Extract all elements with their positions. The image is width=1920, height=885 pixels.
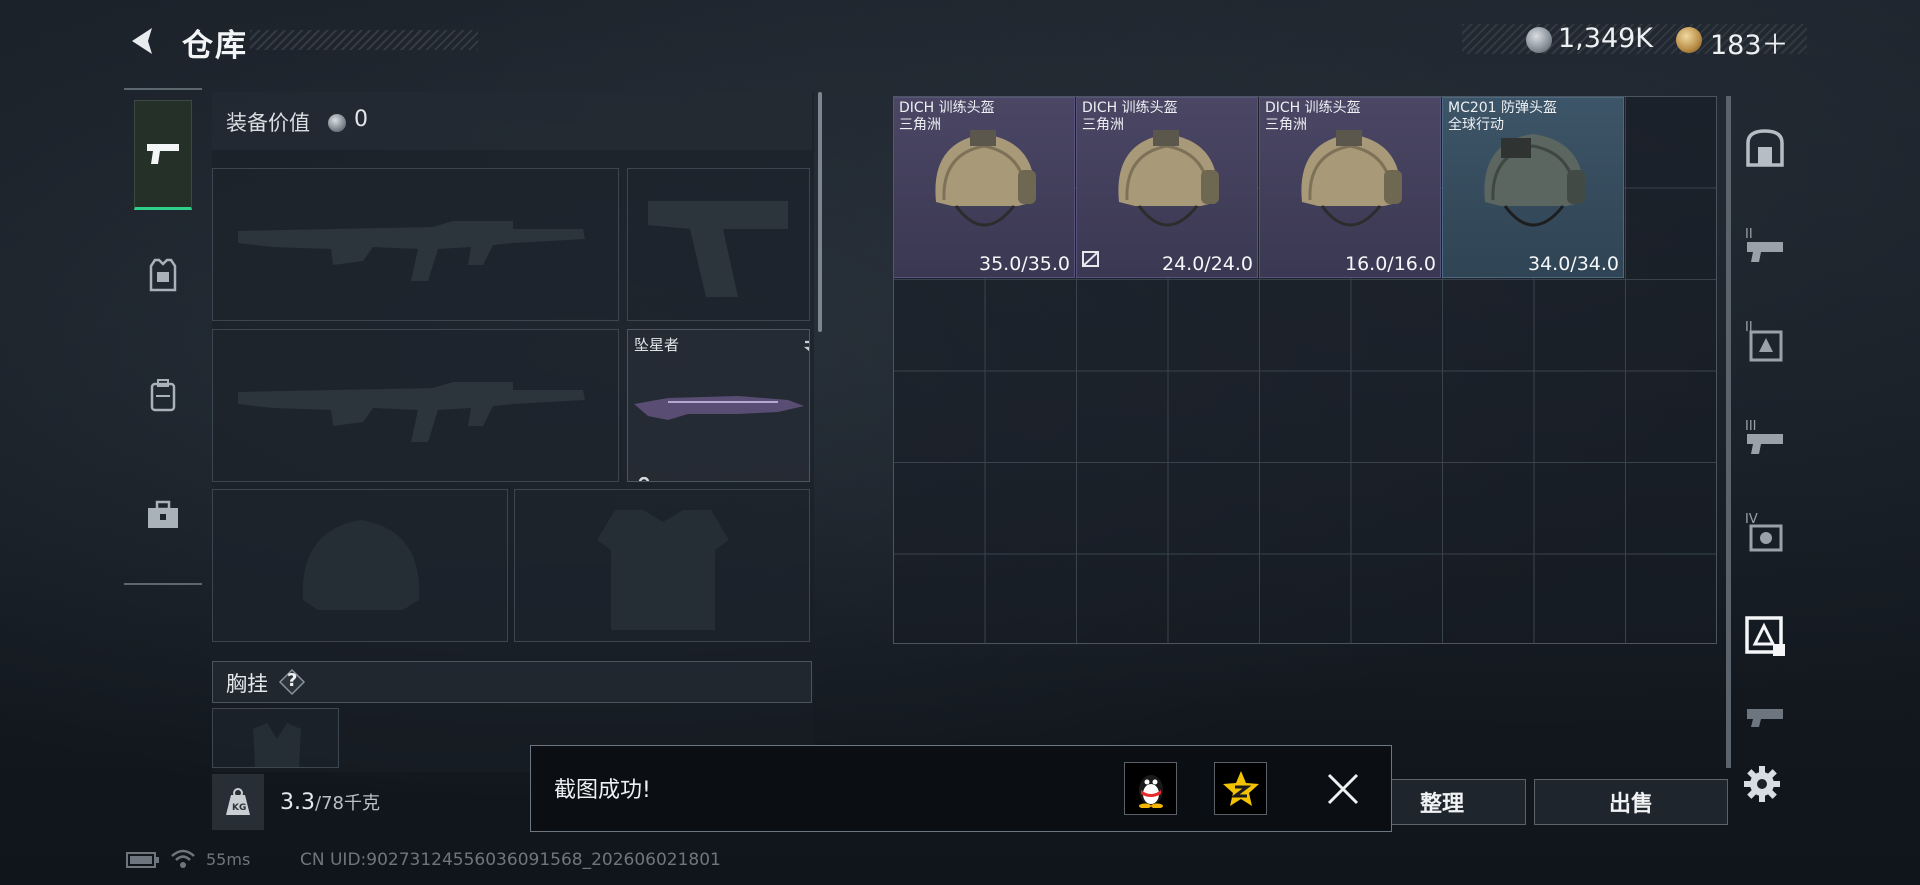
page-title: 仓库 <box>182 28 248 64</box>
gold-currency-value[interactable]: 183＋ <box>1710 23 1789 62</box>
item-durability: 24.0/24.0 <box>1161 253 1253 275</box>
tab-armor[interactable] <box>134 220 192 330</box>
helmet-icon <box>1301 130 1402 227</box>
sidebar-item-tier-2-armor[interactable]: II <box>1732 292 1798 388</box>
stash-item[interactable]: DICH 训练头盔 三角洲 24.0/24.0 <box>1076 97 1258 278</box>
sidearm-slot[interactable] <box>627 168 810 321</box>
sell-button[interactable]: 出售 <box>1534 779 1728 825</box>
ping-value: 55ms <box>206 850 251 869</box>
helmet-silhouette-icon <box>302 520 420 610</box>
sidebar-item-tier-4[interactable]: IV <box>1732 484 1798 580</box>
settings-button[interactable] <box>1742 764 1782 804</box>
helmet-icon <box>1118 130 1219 227</box>
stash-scrollbar[interactable] <box>1726 96 1731 768</box>
tier-4-icon: IV <box>1745 512 1783 552</box>
sidebar-item-tier-2-weapon[interactable]: II <box>1732 196 1798 292</box>
knife-icon <box>634 396 804 420</box>
help-icon[interactable]: ? <box>278 668 306 696</box>
pistol-silhouette-icon <box>648 201 788 297</box>
more-icon <box>1747 709 1783 727</box>
back-arrow-icon <box>132 28 152 54</box>
item-durability: 16.0/16.0 <box>1344 253 1436 275</box>
chest-rig-label: 胸挂 <box>226 672 268 696</box>
primary-weapon-slot-2[interactable] <box>212 329 619 482</box>
primary-weapon-slot-1[interactable] <box>212 168 619 321</box>
melee-slot[interactable]: 坠星者 <box>627 329 810 482</box>
item-name: DICH 训练头盔 <box>1082 100 1178 116</box>
backpack-icon <box>150 379 176 412</box>
silver-coin-icon <box>1526 27 1552 53</box>
sidebar-item-safe-box[interactable] <box>1732 100 1798 196</box>
helmet-icon <box>935 130 1036 227</box>
item-durability: 35.0/35.0 <box>978 253 1070 275</box>
user-uid: CN UID:9027312455603609156​8_20260602180… <box>300 850 721 870</box>
silver-currency-value[interactable]: 1,349K <box>1558 23 1653 54</box>
pistol-icon <box>147 144 179 164</box>
tab-weapons[interactable] <box>134 100 192 210</box>
no-repair-icon <box>1081 249 1101 273</box>
stash-item[interactable]: MC201 防弹头盔 全球行动 34.0/34.0 <box>1442 97 1624 278</box>
close-toast-button[interactable] <box>1324 770 1362 808</box>
tab-backpack[interactable] <box>134 340 192 450</box>
stash-item[interactable]: DICH 训练头盔 三角洲 16.0/16.0 <box>1259 97 1441 278</box>
title-decoration <box>250 30 478 50</box>
item-name: MC201 防弹头盔 <box>1448 100 1558 116</box>
helmet-slot[interactable] <box>212 489 508 642</box>
armor-silhouette-icon <box>597 510 729 630</box>
close-icon <box>1327 773 1359 805</box>
item-durability: 34.0/34.0 <box>1527 253 1619 275</box>
equipment-tab-rail <box>124 88 202 585</box>
weight-current: 3.3 <box>280 790 315 815</box>
item-name: DICH 训练头盔 <box>1265 100 1361 116</box>
toolbox-icon <box>148 500 178 528</box>
helmet-filter-icon <box>1745 616 1785 656</box>
chest-rig-silhouette-icon <box>253 723 301 767</box>
qq-penguin-icon <box>1138 774 1163 808</box>
chest-rig-slot[interactable] <box>212 708 339 768</box>
svg-text:KG: KG <box>232 803 246 813</box>
helmet-icon <box>1484 134 1585 227</box>
help-label: ? <box>287 670 298 691</box>
weight-value: 3.3/78千克 <box>280 789 380 815</box>
share-qq-button[interactable] <box>1124 762 1177 815</box>
equipment-value-label: 装备价值 <box>226 111 310 135</box>
rifle-silhouette-icon <box>238 221 585 281</box>
weight-indicator: KG <box>212 774 264 830</box>
item-name: DICH 训练头盔 <box>899 100 995 116</box>
toast-message: 截图成功! <box>554 778 651 803</box>
back-button[interactable] <box>126 24 160 58</box>
svg-text:III: III <box>1745 419 1757 434</box>
sidebar-item-more[interactable] <box>1732 684 1798 744</box>
equipment-value: 0 <box>354 107 368 132</box>
tier-3-weapon-icon: III <box>1745 419 1783 454</box>
tab-toolbox[interactable] <box>134 460 192 570</box>
wifi-icon <box>170 848 196 874</box>
share-qzone-button[interactable] <box>1214 762 1267 815</box>
stash-item[interactable]: DICH 训练头盔 三角洲 35.0/35.0 <box>893 97 1075 278</box>
armor-vest-icon <box>149 258 177 292</box>
tier-2-weapon-icon: II <box>1745 227 1783 262</box>
gold-coin-icon <box>1676 27 1702 53</box>
sidebar-item-tier-3-weapon[interactable]: III <box>1732 388 1798 484</box>
equipment-scrollbar[interactable] <box>818 92 822 332</box>
silver-coin-icon <box>328 114 346 132</box>
qzone-star-icon <box>1222 770 1259 806</box>
rifle-silhouette-icon <box>238 382 585 442</box>
gear-icon <box>1744 766 1780 802</box>
sidebar-item-helmet-filter[interactable] <box>1732 588 1798 684</box>
weight-capacity: /78千克 <box>315 793 380 814</box>
tier-2-armor-icon: II <box>1745 320 1783 362</box>
weight-icon: KG <box>226 788 250 815</box>
battery-icon <box>126 852 160 872</box>
safe-box-icon <box>1746 129 1784 167</box>
body-armor-slot[interactable] <box>514 489 810 642</box>
svg-text:II: II <box>1745 227 1753 242</box>
